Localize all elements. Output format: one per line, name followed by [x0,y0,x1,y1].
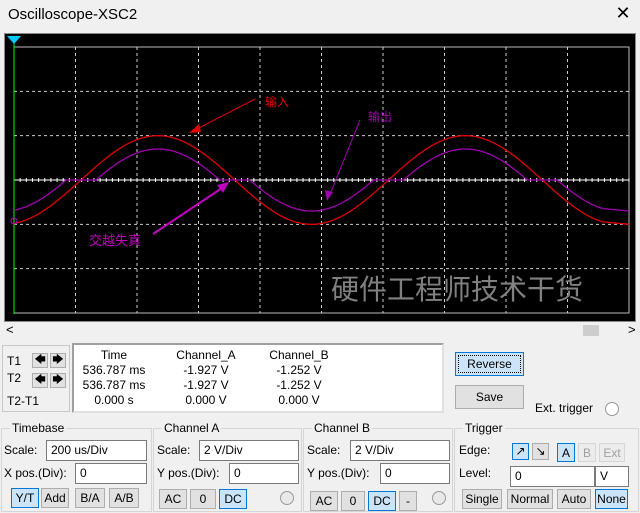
t2-right-button[interactable]: 🡆 [50,373,66,388]
save-button[interactable]: Save [455,385,524,409]
t1-channel-b: -1.252 V [276,363,322,377]
watermark: 硬件工程师技术干货 [331,274,583,305]
channel-b-scale-label: Scale: [307,443,341,457]
mode-ab-button[interactable]: A/B [109,488,139,508]
horizontal-scrollbar[interactable]: < > [0,322,640,338]
channel-b-zero-button[interactable]: 0 [341,491,365,511]
channel-b-group: Channel B Scale: 2 V/Div Y pos.(Div): 0 … [303,421,453,512]
cursor-controls: T1 🡄 🡆 T2 🡄 🡆 T2-T1 [2,345,70,412]
channel-a-zero-button[interactable]: 0 [190,489,216,509]
trigger-title: Trigger [463,421,505,435]
channel-a-ypos-input[interactable]: 0 [229,463,299,484]
timebase-group: Timebase Scale: 200 us/Div X pos.(Div): … [1,421,152,512]
reverse-button[interactable]: Reverse [455,352,524,376]
trigger-single-button[interactable]: Single [462,489,502,509]
scroll-thumb[interactable] [583,325,599,336]
trigger-source-b-button[interactable]: B [578,443,596,462]
trigger-level-input[interactable]: 0 [510,466,595,487]
trigger-group: Trigger Edge: ↗ ↘ A B Ext Level: 0 V Sin… [454,421,639,512]
output-arrow [328,119,361,198]
channel-a-title: Channel A [162,421,222,435]
level-label: Level: [459,466,492,480]
t2-left-button[interactable]: 🡄 [32,373,48,388]
edge-label: Edge: [459,443,491,457]
x-pos-input[interactable]: 0 [75,463,147,484]
readout-time-column: Time 536.787 ms 536.787 ms 0.000 s [69,348,159,408]
diff-time: 0.000 s [94,393,134,407]
scroll-left-icon[interactable]: < [6,322,14,337]
t1-time: 536.787 ms [82,363,146,377]
oscilloscope-screen: 输入 输出 交越失真 硬件工程师技术干货 [4,33,636,322]
scroll-right-icon[interactable]: > [628,322,636,337]
header-channel-b: Channel_B [269,348,329,362]
readout-channel-b-column: Channel_B -1.252 V -1.252 V 0.000 V [254,348,344,408]
trigger-normal-button[interactable]: Normal [507,489,553,509]
channel-b-invert-button[interactable]: - [399,491,417,511]
channel-a-group: Channel A Scale: 2 V/Div Y pos.(Div): 0 … [153,421,302,512]
mode-yt-button[interactable]: Y/T [11,488,39,508]
diff-channel-b: 0.000 V [278,393,320,407]
input-arrow-head-icon [189,124,201,133]
diff-channel-a: 0.000 V [185,393,227,407]
channel-b-dc-button[interactable]: DC [368,491,396,511]
channel-a-scale-input[interactable]: 2 V/Div [199,440,299,461]
input-arrow [192,98,256,132]
crossover-label: 交越失真 [89,233,141,248]
output-label: 输出 [368,109,392,124]
t2-channel-b: -1.252 V [276,378,322,392]
header-time: Time [100,348,128,362]
channel-a-dc-button[interactable]: DC [219,489,247,509]
timebase-scale-label: Scale: [4,443,38,457]
ext-trigger-label: Ext. trigger [535,401,594,415]
channel-b-title: Channel B [312,421,373,435]
t2-t1-label: T2-T1 [7,394,40,408]
channel-b-ac-button[interactable]: AC [310,491,338,511]
readout-channel-a-column: Channel_A -1.927 V -1.927 V 0.000 V [161,348,251,408]
falling-edge-button[interactable]: ↘ [532,443,549,460]
channel-a-ypos-label: Y pos.(Div): [157,466,220,480]
t2-channel-a: -1.927 V [183,378,229,392]
trigger-source-ext-button[interactable]: Ext [599,443,625,462]
crossover-arrow-head-icon [217,182,229,193]
trigger-none-button[interactable]: None [595,489,628,509]
measurement-readout: Time 536.787 ms 536.787 ms 0.000 s Chann… [72,343,444,413]
window-title: Oscilloscope-XSC2 [8,6,138,23]
trigger-source-a-button[interactable]: A [557,443,575,462]
mode-ba-button[interactable]: B/A [75,488,105,508]
channel-b-ypos-input[interactable]: 0 [380,463,450,484]
t1-label: T1 [7,354,22,368]
waveform-plot: 输入 输出 交越失真 硬件工程师技术干货 [7,36,630,314]
trigger-level-unit[interactable]: V [595,466,629,487]
channel-a-scale-label: Scale: [157,443,191,457]
t2-label: T2 [7,371,22,385]
channel-b-ypos-label: Y pos.(Div): [307,466,370,480]
channel-a-color-radio[interactable] [280,491,294,505]
x-pos-label: X pos.(Div): [4,466,67,480]
trigger-auto-button[interactable]: Auto [557,489,591,509]
ext-trigger-radio[interactable] [605,402,619,416]
channel-b-color-radio[interactable] [432,491,446,505]
mode-add-button[interactable]: Add [41,488,69,508]
output-arrow-head-icon [325,190,333,201]
input-label: 输入 [265,94,289,109]
t2-time: 536.787 ms [82,378,146,392]
timebase-title: Timebase [10,421,67,435]
channel-b-scale-input[interactable]: 2 V/Div [350,440,450,461]
timebase-scale-input[interactable]: 200 us/Div [46,440,147,461]
t1-left-button[interactable]: 🡄 [32,353,48,368]
t1-right-button[interactable]: 🡆 [50,353,66,368]
header-channel-a: Channel_A [176,348,236,362]
channel-a-ac-button[interactable]: AC [159,489,187,509]
rising-edge-button[interactable]: ↗ [512,443,529,460]
trigger-marker-icon[interactable] [7,36,21,44]
close-button[interactable]: ✕ [612,3,634,24]
t1-channel-a: -1.927 V [183,363,229,377]
crossover-arrow [152,185,226,235]
